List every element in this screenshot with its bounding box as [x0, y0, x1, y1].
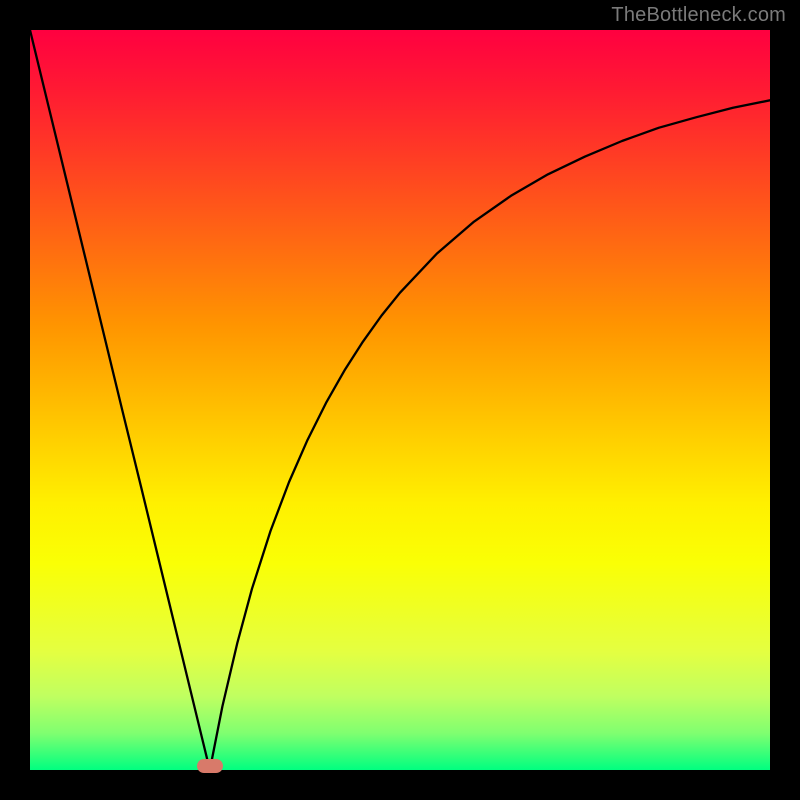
curve-left-branch	[30, 30, 210, 770]
plot-area	[30, 30, 770, 770]
watermark-text: TheBottleneck.com	[611, 4, 786, 27]
bottleneck-marker	[197, 759, 223, 773]
curve-svg	[30, 30, 770, 770]
curve-right-branch	[210, 100, 770, 770]
chart-frame: TheBottleneck.com	[0, 0, 800, 800]
